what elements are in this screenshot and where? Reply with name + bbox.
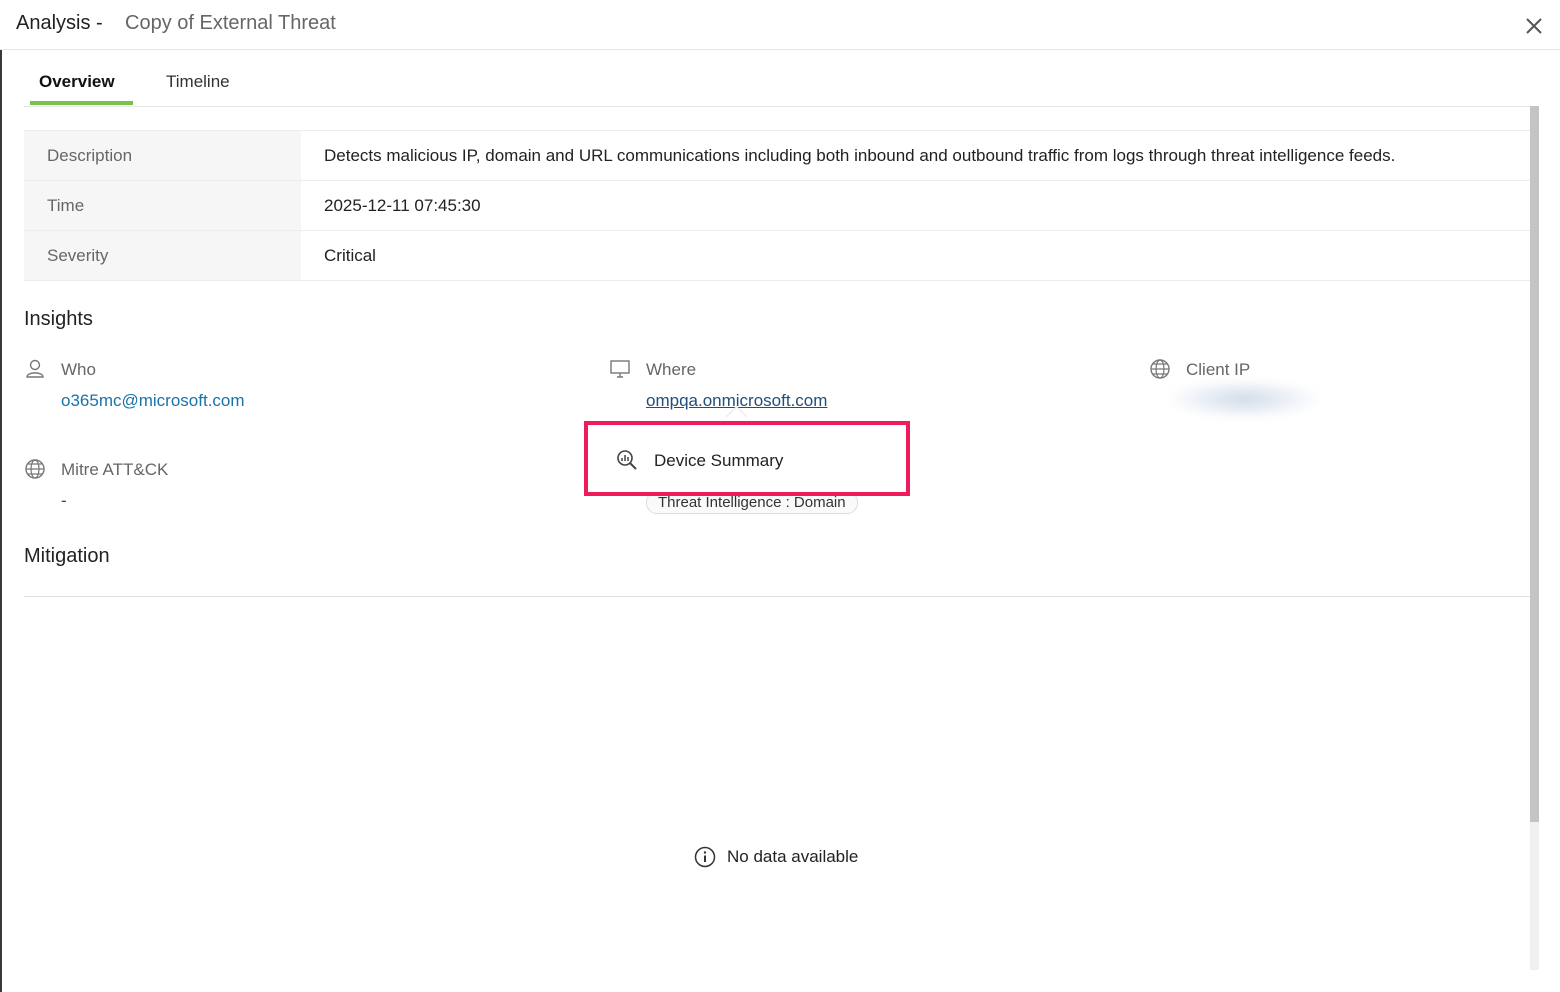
details-table: Description Detects malicious IP, domain… bbox=[24, 130, 1530, 281]
insight-who-label: Who bbox=[61, 360, 96, 379]
insight-mitre: Mitre ATT&CK - bbox=[24, 458, 424, 518]
insight-who: Who o365mc@microsoft.com bbox=[24, 358, 424, 418]
window-edge bbox=[0, 50, 2, 992]
close-icon bbox=[1526, 18, 1542, 34]
user-icon bbox=[26, 359, 44, 378]
tab-timeline[interactable]: Timeline bbox=[166, 72, 230, 92]
insight-mitre-label: Mitre ATT&CK bbox=[61, 460, 169, 479]
dialog-subtitle: Copy of External Threat bbox=[125, 12, 336, 34]
details-key: Description bbox=[24, 131, 301, 180]
tab-overview[interactable]: Overview bbox=[39, 72, 115, 92]
details-row-description: Description Detects malicious IP, domain… bbox=[24, 131, 1530, 181]
insight-client-ip-label: Client IP bbox=[1186, 360, 1251, 379]
who-user-link[interactable]: o365mc@microsoft.com bbox=[61, 391, 245, 411]
globe-icon bbox=[1150, 359, 1170, 379]
dialog-title: Analysis - bbox=[16, 12, 103, 34]
dialog-header: Analysis - Copy of External Threat bbox=[0, 0, 1560, 50]
mitre-value: - bbox=[61, 491, 67, 510]
details-value: 2025-12-11 07:45:30 bbox=[324, 196, 481, 215]
mitigation-heading: Mitigation bbox=[24, 545, 110, 567]
details-row-severity: Severity Critical bbox=[24, 231, 1530, 281]
insight-client-ip: Client IP bbox=[1149, 358, 1509, 428]
details-value: Detects malicious IP, domain and URL com… bbox=[324, 146, 1396, 165]
active-tab-indicator bbox=[30, 101, 133, 105]
monitor-icon bbox=[610, 360, 630, 378]
details-row-time: Time 2025-12-11 07:45:30 bbox=[24, 181, 1530, 231]
scrollbar[interactable] bbox=[1530, 106, 1539, 970]
details-key: Severity bbox=[24, 231, 301, 280]
device-summary-label: Device Summary bbox=[654, 451, 784, 470]
insights-heading: Insights bbox=[24, 308, 93, 330]
search-chart-icon bbox=[617, 450, 637, 470]
close-button[interactable] bbox=[1520, 12, 1548, 40]
insight-where-label: Where bbox=[646, 360, 697, 379]
empty-state-text: No data available bbox=[727, 847, 859, 866]
scrollbar-thumb[interactable] bbox=[1530, 106, 1539, 822]
mitigation-divider bbox=[24, 596, 1530, 597]
details-key: Time bbox=[24, 181, 301, 230]
insight-where: Where ompqa.onmicrosoft.com bbox=[609, 358, 1009, 418]
device-popup-menu: Device Summary bbox=[584, 421, 910, 496]
tab-bar: Overview Timeline bbox=[24, 50, 1530, 107]
client-ip-redacted bbox=[1169, 380, 1319, 418]
details-value: Critical bbox=[324, 246, 376, 265]
info-icon bbox=[694, 846, 716, 868]
globe-icon bbox=[25, 459, 45, 479]
